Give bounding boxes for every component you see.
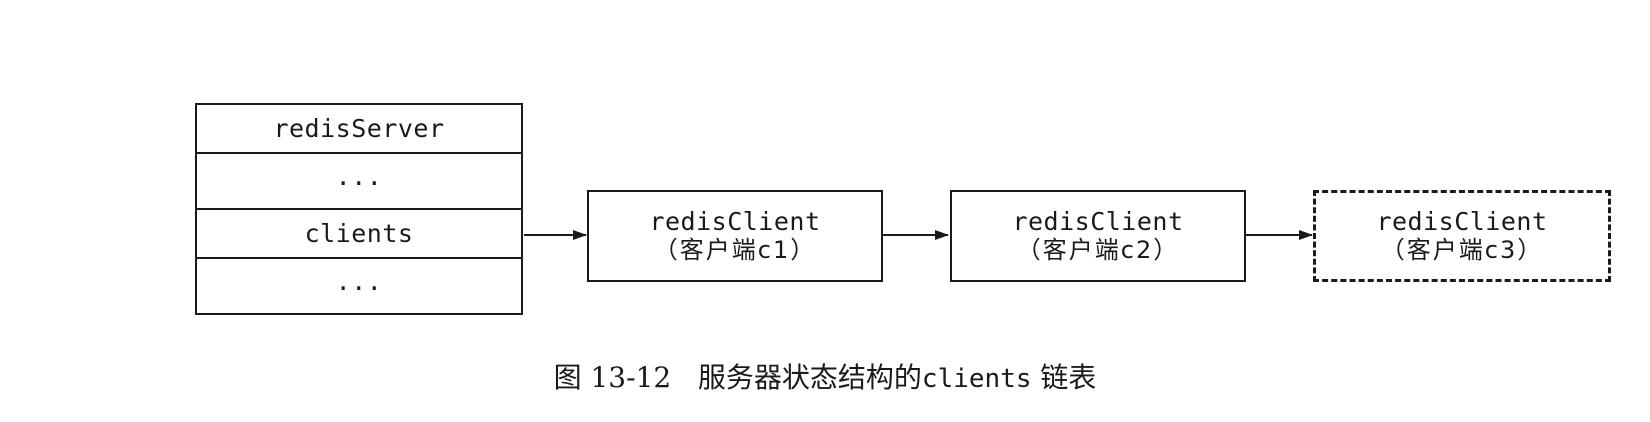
caption-text-after: 链表 bbox=[1040, 361, 1097, 394]
client-c1-name: redisClient bbox=[649, 206, 821, 236]
client-c3-note: （客户端c3） bbox=[1380, 235, 1544, 264]
redis-client-c3: redisClient （客户端c3） bbox=[1313, 190, 1611, 282]
caption-text-before: 服务器状态结构的 bbox=[697, 361, 922, 394]
figure-label: 图 13-12 bbox=[553, 361, 672, 394]
figure-caption: 图 13-12 服务器状态结构的clients 链表 bbox=[0, 356, 1650, 396]
client-c1-note: （客户端c1） bbox=[653, 235, 817, 264]
redis-client-c2: redisClient （客户端c2） bbox=[950, 190, 1246, 282]
client-c2-note: （客户端c2） bbox=[1016, 235, 1180, 264]
clients-linked-list-diagram: redisServer ... clients ... redisClient … bbox=[0, 0, 1650, 422]
client-c2-name: redisClient bbox=[1012, 206, 1184, 236]
client-c3-name: redisClient bbox=[1376, 206, 1548, 236]
redis-client-c1: redisClient （客户端c1） bbox=[587, 190, 883, 282]
caption-code: clients bbox=[921, 364, 1032, 394]
